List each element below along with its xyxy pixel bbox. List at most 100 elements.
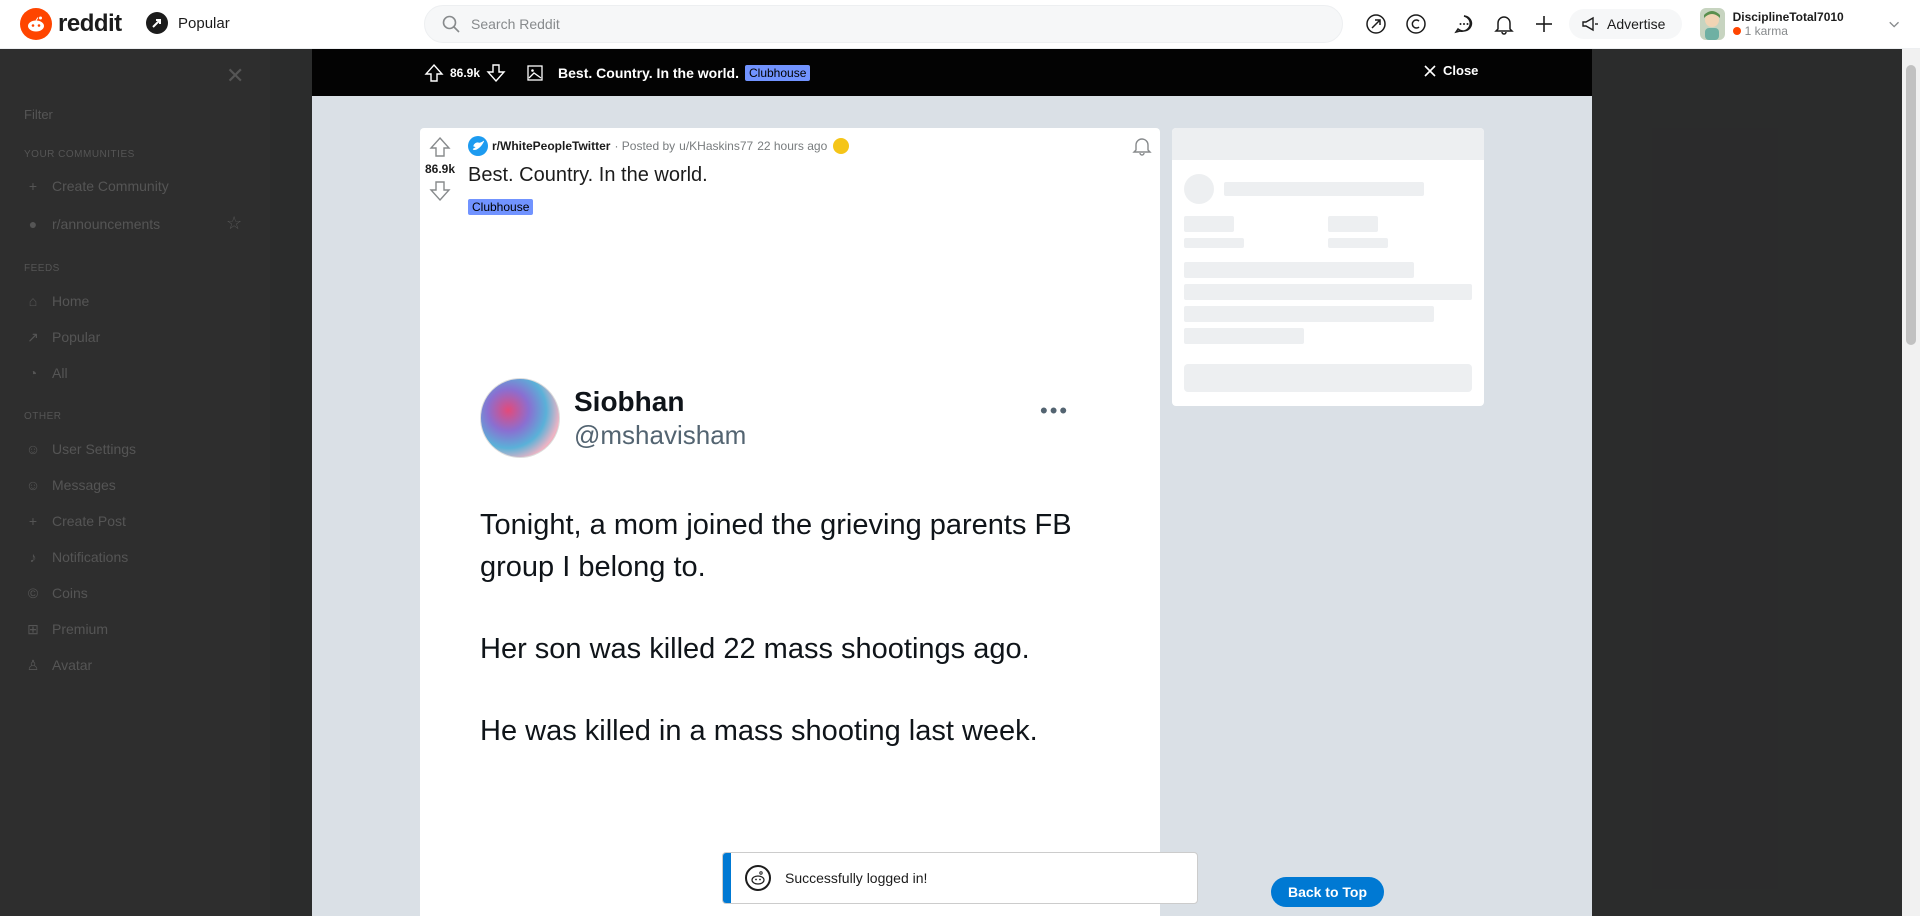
username: DisciplineTotal7010 — [1732, 10, 1844, 24]
more-options-icon: ••• — [1040, 398, 1070, 423]
page-scrollbar[interactable] — [1902, 49, 1920, 916]
toast-accent-bar — [723, 853, 731, 903]
post-modal: 86.9k Best. Country. In the world. Clubh… — [312, 49, 1592, 916]
sidebar-item-label: Coins — [52, 585, 88, 601]
top-header: reddit Popular Advertise DisciplineTotal… — [0, 0, 1920, 49]
scrollbar-thumb[interactable] — [1906, 65, 1916, 345]
star-icon[interactable]: ☆ — [226, 213, 242, 234]
vote-count: 86.9k — [424, 162, 456, 176]
feed-selector[interactable]: Popular — [146, 12, 230, 34]
toast-message: Successfully logged in! — [785, 870, 928, 886]
coins-icon[interactable] — [1404, 12, 1428, 36]
sidebar-item-notifications[interactable]: ♪ Notifications — [24, 548, 129, 566]
sidebar-item-create-post[interactable]: + Create Post — [24, 512, 126, 530]
home-icon: ⌂ — [28, 293, 38, 309]
sidebar-item-avatar[interactable]: ♙ Avatar — [24, 656, 93, 674]
sidebar-item-all[interactable]: ◔ All — [24, 364, 68, 382]
modal-post-title: Best. Country. In the world. — [558, 64, 739, 81]
sidebar-filter-input[interactable]: Filter — [24, 107, 53, 122]
avatar-icon: ☺ — [25, 477, 41, 493]
close-label: Close — [1443, 63, 1479, 78]
tweet-author-name: Siobhan — [574, 385, 685, 417]
reddit-alien-icon — [20, 8, 52, 40]
sidebar-item-label: User Settings — [52, 441, 137, 457]
advertise-button[interactable]: Advertise — [1569, 9, 1682, 39]
sidebar-item-coins[interactable]: © Coins — [24, 584, 88, 602]
sidebar-item-messages[interactable]: ☺ Messages — [24, 476, 116, 494]
popular-icon: ↗ — [27, 328, 39, 345]
skeleton-line — [1184, 238, 1244, 248]
reddit-logo[interactable]: reddit — [20, 8, 122, 40]
sidebar-item-announcements[interactable]: ● r/announcements — [24, 215, 160, 233]
subreddit-link[interactable]: r/WhitePeopleTwitter — [492, 139, 610, 153]
subreddit-icon: ● — [28, 216, 38, 232]
create-post-icon[interactable] — [1532, 12, 1556, 36]
user-avatar — [1700, 8, 1725, 40]
sidebar-item-premium[interactable]: ⊞ Premium — [24, 620, 108, 638]
premium-icon: ⊞ — [27, 620, 39, 637]
skeleton-line — [1328, 238, 1388, 248]
post-title: Best. Country. In the world. — [468, 164, 708, 186]
close-button[interactable]: Close — [1423, 63, 1478, 78]
sidebar-item-label: All — [52, 365, 68, 381]
tweet-paragraph: He was killed in a mass shooting last we… — [480, 715, 1038, 747]
popular-nav-icon[interactable] — [1364, 12, 1388, 36]
follow-post-bell-icon[interactable] — [1132, 136, 1152, 161]
vote-count: 86.9k — [450, 65, 481, 80]
sidebar-item-label: Avatar — [52, 657, 93, 673]
skeleton-header — [1172, 128, 1484, 160]
author-link[interactable]: u/KHaskins77 — [679, 139, 753, 153]
tweet-paragraph: Tonight, a mom joined the grieving paren… — [480, 509, 1072, 583]
post-time[interactable]: 22 hours ago — [757, 139, 827, 153]
sidebar-item-user-settings[interactable]: ☺ User Settings — [24, 440, 136, 458]
bell-icon: ♪ — [29, 549, 37, 565]
shirt-icon: ♙ — [26, 656, 40, 673]
search-input[interactable] — [471, 16, 1271, 32]
skeleton-line — [1184, 328, 1304, 344]
search-bar[interactable] — [424, 5, 1343, 43]
skeleton-button — [1184, 364, 1472, 392]
post-card: 86.9k r/WhitePeopleTwitter · Posted by u… — [420, 128, 1160, 916]
sidebar-item-popular[interactable]: ↗ Popular — [24, 328, 100, 346]
upvote-icon[interactable] — [424, 63, 444, 83]
megaphone-icon — [1582, 16, 1598, 32]
karma-icon — [1732, 27, 1741, 35]
sidebar-item-label: Messages — [52, 477, 116, 493]
sidebar-heading-feeds: FEEDS — [24, 263, 60, 274]
chat-icon[interactable] — [1452, 12, 1476, 36]
reddit-wordmark: reddit — [58, 10, 122, 37]
flair-badge[interactable]: Clubhouse — [745, 64, 811, 81]
sidebar-item-label: Create Community — [52, 178, 169, 194]
tweet-header: Siobhan @mshavisham — [480, 378, 1120, 458]
flair-badge[interactable]: Clubhouse — [468, 199, 534, 215]
loading-sidebar-card — [1172, 128, 1484, 406]
toast-notification: Successfully logged in! — [722, 852, 1198, 904]
skeleton-line — [1184, 262, 1414, 278]
sidebar-item-create-community[interactable]: + Create Community — [24, 177, 169, 195]
chevron-down-icon — [1889, 21, 1899, 28]
close-icon — [1424, 64, 1436, 77]
vote-column: 86.9k — [420, 128, 460, 202]
image-post-icon — [527, 64, 543, 81]
sidebar-item-home[interactable]: ⌂ Home — [24, 292, 90, 310]
all-icon: ◔ — [28, 365, 38, 381]
sidebar-item-label: Notifications — [52, 549, 129, 565]
downvote-icon[interactable] — [486, 63, 506, 83]
downvote-icon[interactable] — [429, 180, 451, 202]
skeleton-line — [1184, 284, 1472, 300]
award-icon[interactable] — [833, 138, 850, 154]
upvote-icon[interactable] — [429, 136, 451, 158]
user-menu[interactable]: DisciplineTotal7010 1 karma — [1700, 4, 1900, 44]
sidebar-item-label: r/announcements — [52, 216, 161, 232]
left-sidebar: ✕ Filter YOUR COMMUNITIES + Create Commun… — [0, 49, 270, 916]
sidebar-item-label: Popular — [52, 329, 101, 345]
subreddit-icon[interactable] — [468, 136, 488, 156]
skeleton-avatar — [1184, 174, 1214, 204]
notifications-icon[interactable] — [1492, 12, 1516, 36]
close-icon[interactable]: ✕ — [226, 63, 244, 89]
avatar-icon: ☺ — [25, 441, 41, 457]
back-to-top-button[interactable]: Back to Top — [1271, 877, 1384, 907]
tweet-image[interactable]: Siobhan @mshavisham ••• Tonight, a mom j… — [480, 378, 1120, 752]
sidebar-item-label: Premium — [52, 621, 109, 637]
sidebar-item-label: Home — [52, 293, 90, 309]
